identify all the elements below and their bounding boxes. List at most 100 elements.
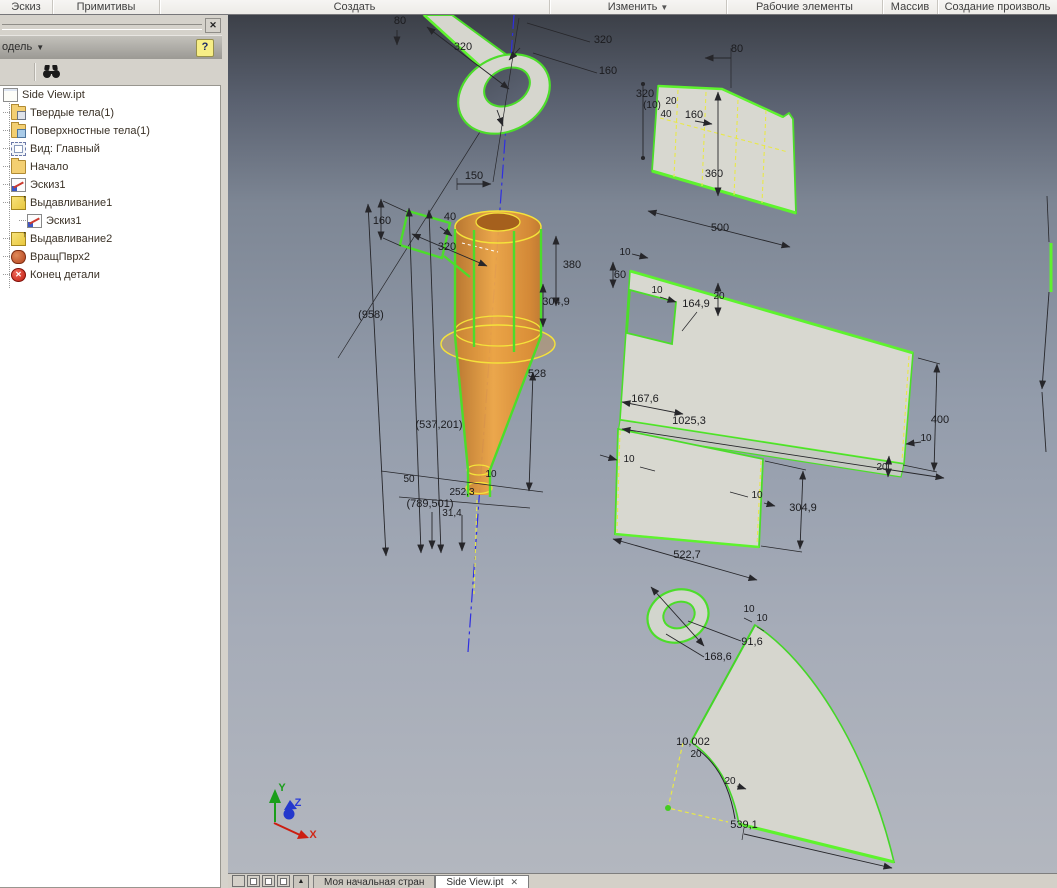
close-icon[interactable]: ✕ — [205, 18, 221, 33]
ribbon-panel-1[interactable]: Эскиз — [0, 0, 53, 14]
dimension-label[interactable]: 400 — [931, 414, 949, 426]
tree-item-поверхностные-тела-1-[interactable]: Поверхностные тела(1) — [0, 122, 220, 140]
dimension-label[interactable]: 150 — [465, 170, 483, 182]
tree-item-вращпврх2[interactable]: ВращПврх2 — [0, 248, 220, 266]
binoculars-icon[interactable] — [42, 64, 62, 80]
ribbon-panel-5[interactable]: Рабочие элементы — [727, 0, 883, 14]
tree-item-вид-главный[interactable]: Вид: Главный — [0, 140, 220, 158]
sketch-icon — [27, 214, 42, 228]
dimension-label[interactable]: 10 — [756, 613, 768, 624]
tree-item-label: ВращПврх2 — [30, 251, 90, 263]
tree-item-label: Выдавливание2 — [30, 233, 113, 245]
browser-header[interactable]: одель ▼ ? — [0, 35, 222, 59]
dimension-label[interactable]: 40 — [660, 109, 672, 120]
close-icon[interactable]: ✕ — [510, 877, 518, 887]
dimension-label[interactable]: 164,9 — [682, 298, 710, 310]
ribbon-panel-4[interactable]: Изменить ▼ — [550, 0, 727, 14]
viewport-3d[interactable]: 80 320 320 160 80 320 (10) 20 40 160 360 500 150 40 32… — [228, 14, 1057, 874]
view-mode-button[interactable] — [277, 875, 290, 887]
view-icon — [11, 142, 26, 156]
tree-connector — [19, 220, 26, 222]
dimension-label[interactable]: 320 — [636, 88, 654, 100]
dimension-label[interactable]: (958) — [358, 309, 384, 321]
dimension-label[interactable]: 50 — [403, 474, 415, 485]
dimension-label[interactable]: 80 — [394, 15, 406, 27]
surface-bodies-folder-icon — [11, 122, 26, 138]
view-mode-button[interactable] — [247, 875, 260, 887]
tree-connector — [3, 202, 10, 204]
tree-item-твердые-тела-1-[interactable]: Твердые тела(1) — [0, 104, 220, 122]
dimension-label[interactable]: 80 — [731, 43, 743, 55]
document-tab-active[interactable]: Side View.ipt ✕ — [435, 875, 530, 888]
dimension-label[interactable]: 10,002 — [676, 736, 710, 748]
dimension-label[interactable]: Z — [295, 797, 302, 809]
dimension-label[interactable]: 1025,3 — [672, 415, 706, 427]
dimension-label[interactable]: 304,9 — [542, 296, 570, 308]
dimension-label[interactable]: 539,1 — [730, 819, 758, 831]
tree-item-label: Эскиз1 — [46, 215, 82, 227]
dimension-label[interactable]: 10 — [623, 454, 635, 465]
dimension-label[interactable]: 20 — [724, 776, 736, 787]
dimension-label[interactable]: 160 — [373, 215, 391, 227]
dimension-label[interactable]: 40 — [444, 211, 456, 223]
dimension-label[interactable]: 160 — [685, 109, 703, 121]
view-mode-button[interactable] — [232, 875, 245, 887]
view-mode-button[interactable] — [262, 875, 275, 887]
dimension-label[interactable]: X — [309, 829, 317, 841]
dimension-label[interactable]: 91,6 — [741, 636, 762, 648]
panel-grip[interactable] — [2, 24, 202, 30]
ribbon-panel-2[interactable]: Примитивы — [53, 0, 160, 14]
document-tab[interactable]: Моя начальная стран — [313, 875, 436, 888]
dimension-label[interactable]: 20 — [690, 749, 702, 760]
dimension-label[interactable]: 10 — [619, 247, 631, 258]
dimension-label[interactable]: Y — [278, 782, 286, 794]
dimension-label[interactable]: 360 — [705, 168, 723, 180]
tree-item-эскиз1[interactable]: Эскиз1 — [0, 176, 220, 194]
dimension-label[interactable]: (10) — [643, 100, 661, 111]
dimension-label[interactable]: 20 — [713, 291, 725, 302]
dimension-label[interactable]: 167,6 — [631, 393, 659, 405]
solid-bodies-folder-icon — [11, 104, 26, 120]
dimension-label[interactable]: 320 — [454, 41, 472, 53]
dimension-label[interactable]: 10 — [743, 604, 755, 615]
tree-item-side-view.ipt[interactable]: Side View.ipt — [0, 86, 220, 104]
dimension-label[interactable]: 304,9 — [789, 502, 817, 514]
viewport-canvas[interactable]: 8032032016080320(10) 2040 1603605001504032… — [228, 14, 1057, 874]
dimension-label[interactable]: 31,4 — [442, 508, 462, 519]
dimension-label[interactable]: 10 — [920, 433, 932, 444]
tree-connector — [3, 112, 10, 114]
dimension-label[interactable]: 528 — [528, 368, 546, 380]
dimension-label[interactable]: 522,7 — [673, 549, 701, 561]
dimension-label[interactable]: 380 — [563, 259, 581, 271]
dimension-label[interactable]: 10 — [751, 490, 763, 501]
dimension-label[interactable]: 10 — [485, 469, 497, 480]
dimension-label[interactable]: 500 — [711, 222, 729, 234]
dimension-label[interactable]: 20 — [876, 462, 888, 473]
chevron-down-icon[interactable]: ▼ — [36, 43, 44, 52]
tree-item-label: Конец детали — [30, 269, 100, 281]
tree-item-начало[interactable]: Начало — [0, 158, 220, 176]
tree-item-эскиз1[interactable]: Эскиз1 — [0, 212, 220, 230]
dimension-label[interactable]: 320 — [438, 241, 456, 253]
dimension-label[interactable]: 20 — [665, 96, 677, 107]
tree-item-выдавливание1[interactable]: Выдавливание1 — [0, 193, 220, 212]
tree-item-выдавливание2[interactable]: Выдавливание2 — [0, 229, 220, 248]
dimension-label[interactable]: 252,3 — [449, 487, 474, 498]
dimension-label[interactable]: (537,201) — [415, 419, 462, 431]
browser-title: одель — [2, 41, 33, 53]
ribbon-panel-6[interactable]: Массив — [883, 0, 938, 14]
expand-tabs-button[interactable]: ▲ — [293, 875, 309, 888]
tree-item-конец-детали[interactable]: Конец детали — [0, 266, 220, 284]
chevron-down-icon[interactable]: ▼ — [660, 3, 668, 12]
help-icon[interactable]: ? — [196, 39, 214, 57]
dimension-label[interactable]: 10 — [651, 285, 663, 296]
dimension-label[interactable]: 60 — [614, 269, 626, 281]
tree-connector — [3, 184, 10, 186]
dimension-label[interactable]: 320 — [594, 34, 612, 46]
dimension-label[interactable]: 160 — [599, 65, 617, 77]
ribbon-panel-7[interactable]: Создание произволь — [938, 0, 1057, 14]
ribbon-panel-3[interactable]: Создать — [160, 0, 550, 14]
dimension-label[interactable]: 168,6 — [704, 651, 732, 663]
tree-item-label: Поверхностные тела(1) — [30, 125, 150, 137]
tree-connector — [3, 130, 10, 132]
